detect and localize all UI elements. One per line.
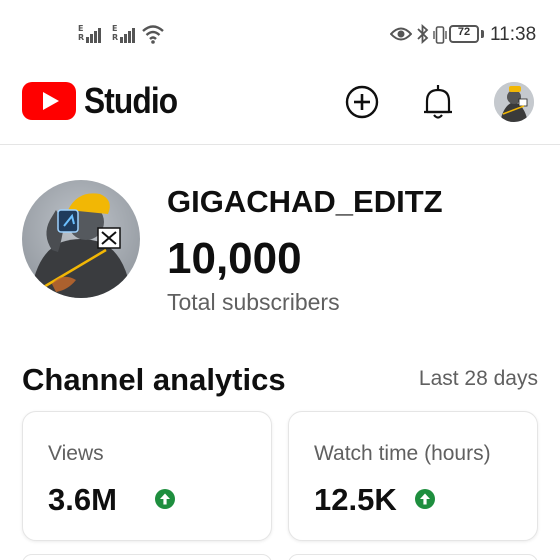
card-value: 12.5K [314, 482, 397, 517]
vibrate-icon [433, 26, 447, 44]
card-label: Watch time (hours) [314, 442, 491, 465]
subscriber-label: Total subscribers [167, 289, 340, 315]
watch-time-card[interactable]: Watch time (hours) 12.5K [288, 411, 538, 541]
clock: 11:38 [490, 24, 537, 45]
card-value: 3.6M [48, 482, 117, 517]
analytics-title: Channel analytics [22, 362, 286, 397]
battery-cap [481, 30, 484, 38]
analytics-card[interactable] [22, 554, 272, 560]
studio-logo-text[interactable]: Studio [84, 80, 178, 122]
youtube-logo-icon[interactable] [22, 82, 76, 120]
trend-up-icon [155, 489, 175, 509]
bluetooth-icon [417, 24, 429, 44]
subscriber-count: 10,000 [167, 234, 302, 283]
create-plus-icon[interactable] [344, 84, 380, 120]
status-bar: E R E R 72 11:38 [0, 0, 560, 70]
card-label: Views [48, 442, 104, 465]
battery-icon: 72 [449, 25, 479, 43]
trend-up-icon [415, 489, 435, 509]
channel-avatar[interactable] [22, 180, 140, 298]
eye-icon [390, 27, 412, 41]
period-label: Last 28 days [418, 367, 538, 390]
battery-level: 72 [457, 26, 471, 38]
views-card[interactable]: Views 3.6M [22, 411, 272, 541]
wifi-icon [142, 25, 164, 44]
notifications-bell-icon[interactable] [420, 82, 456, 122]
channel-name: GIGACHAD_EDITZ [167, 184, 443, 219]
account-avatar[interactable] [494, 82, 534, 122]
analytics-card[interactable] [288, 554, 538, 560]
app-header: Studio [0, 70, 560, 145]
